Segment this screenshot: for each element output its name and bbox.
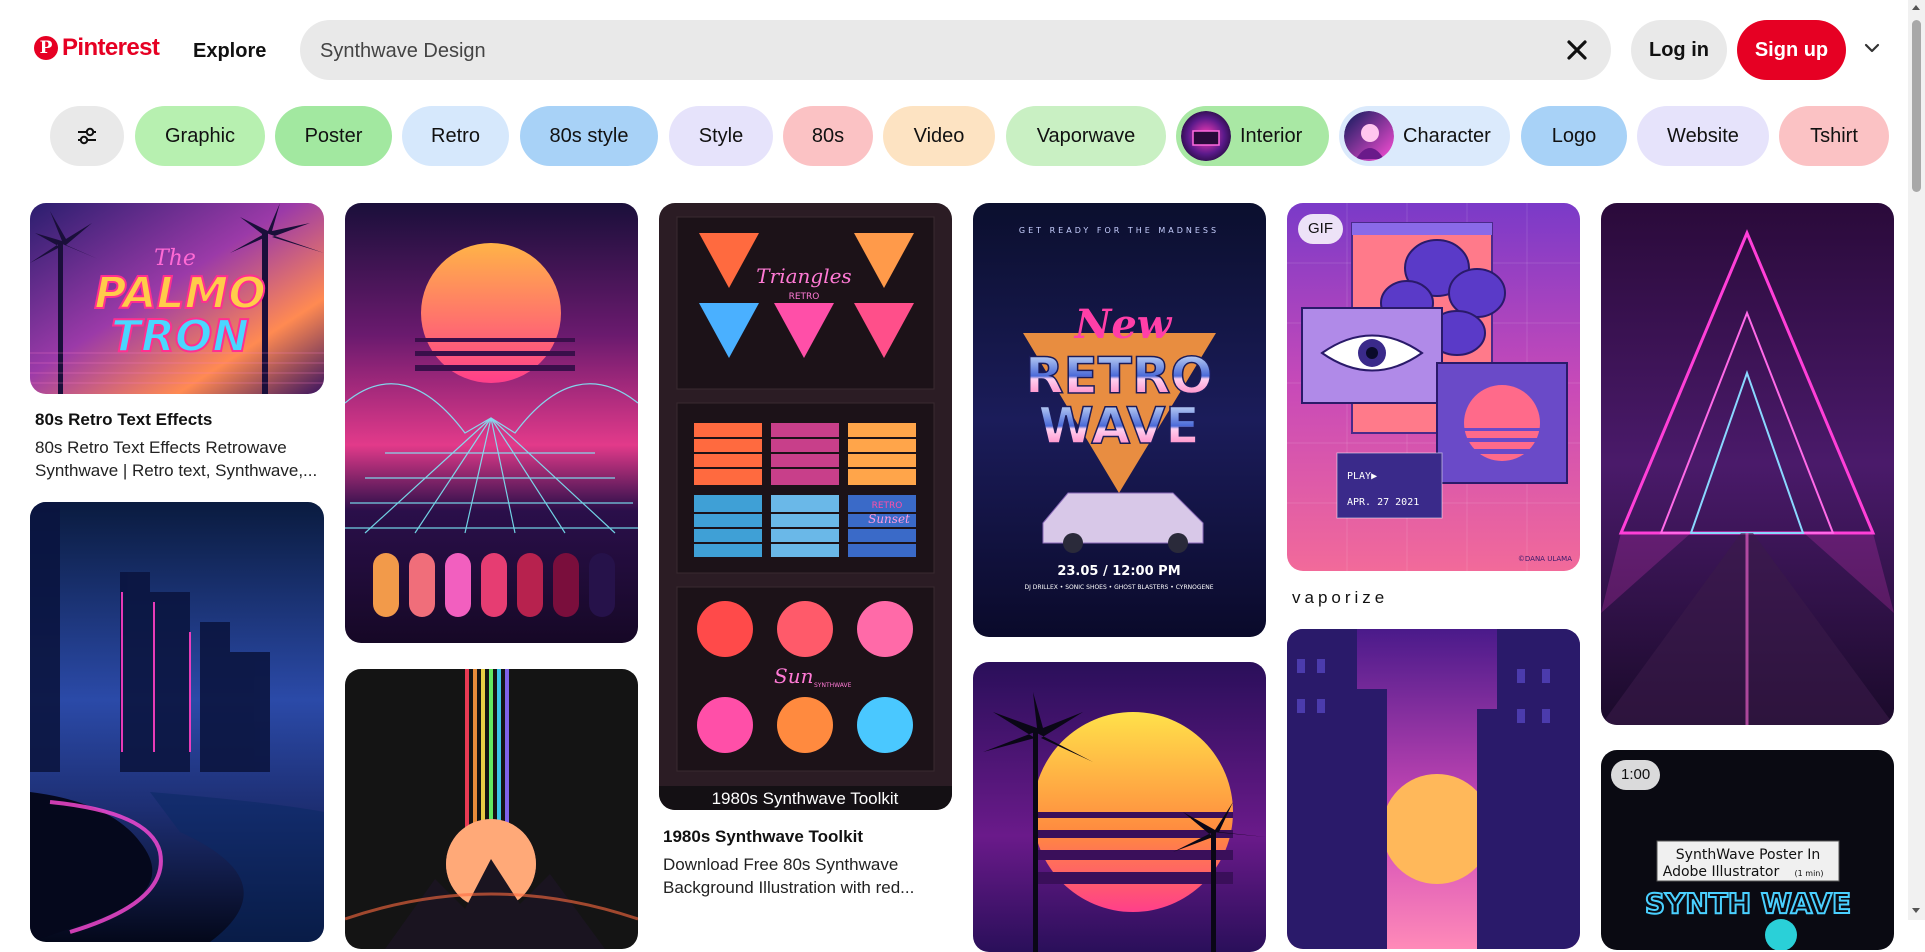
chip-poster[interactable]: Poster <box>275 106 392 166</box>
art-text: SynthWave Poster In <box>1676 847 1820 863</box>
art-text: SYNTHWAVE <box>814 682 852 689</box>
pin-palmotron[interactable]: The PALMO TRON <box>30 203 324 394</box>
pin-description[interactable]: 80s Retro Text Effects Retrowave Synthwa… <box>35 436 325 482</box>
art-text: Sun <box>774 664 813 688</box>
pin-description[interactable]: Download Free 80s Synthwave Background I… <box>663 853 953 899</box>
chip-vaporwave[interactable]: Vaporwave <box>1006 106 1166 166</box>
pinterest-logo-icon: P <box>34 36 58 60</box>
chip-label: Video <box>913 125 965 147</box>
chip-label: Graphic <box>164 125 236 147</box>
pin-image <box>973 662 1266 952</box>
chevron-down-icon[interactable] <box>1862 38 1882 58</box>
scroll-down-arrow-icon[interactable] <box>1912 908 1920 913</box>
pin-image <box>345 203 638 643</box>
pin-image <box>1287 629 1580 949</box>
pin-image <box>1601 203 1894 725</box>
chip-label: Style <box>698 125 744 147</box>
art-text: RETRO <box>789 292 820 302</box>
art-text: TRON <box>111 311 249 362</box>
pin-image <box>30 502 324 942</box>
pin-neon-city[interactable] <box>30 502 324 942</box>
character-thumbnail <box>1344 111 1394 161</box>
page-scrollbar[interactable] <box>1908 0 1925 920</box>
chip-graphic[interactable]: Graphic <box>135 106 265 166</box>
art-text: APR. 27 2021 <box>1347 497 1419 508</box>
pin-city-sunset[interactable] <box>1287 629 1580 949</box>
chip-retro[interactable]: Retro <box>402 106 509 166</box>
chip-label: Vaporwave <box>1036 125 1136 147</box>
pin-image <box>345 669 638 949</box>
pin-rainbow-mountain[interactable] <box>345 669 638 949</box>
chip-label: 80s <box>811 125 845 147</box>
art-text: WAVE <box>1038 397 1199 455</box>
art-text: GET READY FOR THE MADNESS <box>1019 226 1219 235</box>
chip-label: Retro <box>431 125 480 147</box>
logo-text: Pinterest <box>62 34 160 61</box>
pin-synthwave-toolkit[interactable]: Triangles RETRO RETRO Sunset Sun SYNTHWA… <box>659 203 952 810</box>
pin-synthwave-video[interactable]: SynthWave Poster In Adobe Illustrator (1… <box>1601 750 1894 950</box>
chip-interior[interactable]: Interior <box>1176 106 1329 166</box>
chip-tshirt[interactable]: Tshirt <box>1779 106 1889 166</box>
chip-label: Logo <box>1551 125 1597 147</box>
chip-style[interactable]: Style <box>669 106 773 166</box>
chip-label: Character <box>1403 125 1491 147</box>
art-text: PLAY▶ <box>1347 471 1377 482</box>
pin-title[interactable]: 80s Retro Text Effects <box>35 410 212 430</box>
pin-vaporize[interactable]: PLAY▶ APR. 27 2021 ©DANA ULAMA GIF <box>1287 203 1580 571</box>
art-text: Sunset <box>868 512 910 526</box>
chip-80s-style[interactable]: 80s style <box>520 106 658 166</box>
art-text: ©DANA ULAMA <box>1518 555 1572 563</box>
chip-label: Website <box>1667 125 1739 147</box>
pin-image: The PALMO TRON <box>30 203 324 394</box>
art-text: Adobe Illustrator <box>1663 864 1780 880</box>
art-text: Triangles <box>756 264 851 288</box>
chip-80s[interactable]: 80s <box>783 106 873 166</box>
pin-image: PLAY▶ APR. 27 2021 ©DANA ULAMA <box>1287 203 1580 571</box>
sliders-icon <box>78 127 96 145</box>
chip-video[interactable]: Video <box>883 106 995 166</box>
pin-title[interactable]: 1980s Synthwave Toolkit <box>663 827 863 847</box>
art-text: DJ DRILLEX • SONIC SHOES • GHOST BLASTER… <box>1024 584 1213 591</box>
chip-label: Tshirt <box>1810 125 1858 147</box>
top-navigation: P Pinterest Explore Synthwave Design Log… <box>0 0 1925 100</box>
scroll-up-arrow-icon[interactable] <box>1912 5 1920 10</box>
chip-character[interactable]: Character <box>1339 106 1510 166</box>
art-text: (1 min) <box>1795 869 1824 878</box>
pinterest-logo[interactable]: P Pinterest <box>34 34 160 62</box>
clear-search-icon[interactable] <box>1563 36 1591 64</box>
gif-badge: GIF <box>1298 214 1343 244</box>
chip-website[interactable]: Website <box>1637 106 1769 166</box>
art-text: SYNTH WAVE <box>1645 887 1851 920</box>
login-button[interactable]: Log in <box>1631 20 1727 80</box>
pin-image: Triangles RETRO RETRO Sunset Sun SYNTHWA… <box>659 203 952 810</box>
art-text: RETRO <box>872 501 903 511</box>
art-text: 23.05 / 12:00 PM <box>1057 564 1180 579</box>
chip-label: Interior <box>1240 125 1303 147</box>
video-duration-badge: 1:00 <box>1611 760 1661 790</box>
art-text: New <box>1073 301 1173 348</box>
chip-logo[interactable]: Logo <box>1521 106 1627 166</box>
search-input[interactable]: Synthwave Design <box>320 40 486 63</box>
scrollbar-thumb[interactable] <box>1912 20 1921 192</box>
explore-link[interactable]: Explore <box>193 40 266 63</box>
search-bar[interactable]: Synthwave Design <box>300 20 1611 80</box>
chip-label: Poster <box>304 125 363 147</box>
filter-button[interactable] <box>50 106 124 166</box>
pin-title[interactable]: vaporize <box>1292 588 1388 608</box>
pin-neon-triangles[interactable] <box>1601 203 1894 725</box>
pin-palm-sunset[interactable] <box>973 662 1266 952</box>
pin-retro-wave-poster[interactable]: GET READY FOR THE MADNESS New RETRO WAVE… <box>973 203 1266 637</box>
pin-sunset-grid[interactable] <box>345 203 638 643</box>
image-caption: 1980s Synthwave Toolkit <box>712 789 899 808</box>
pin-image: GET READY FOR THE MADNESS New RETRO WAVE… <box>973 203 1266 637</box>
chip-label: 80s style <box>549 125 629 147</box>
interior-thumbnail <box>1181 111 1231 161</box>
signup-button[interactable]: Sign up <box>1737 20 1846 80</box>
